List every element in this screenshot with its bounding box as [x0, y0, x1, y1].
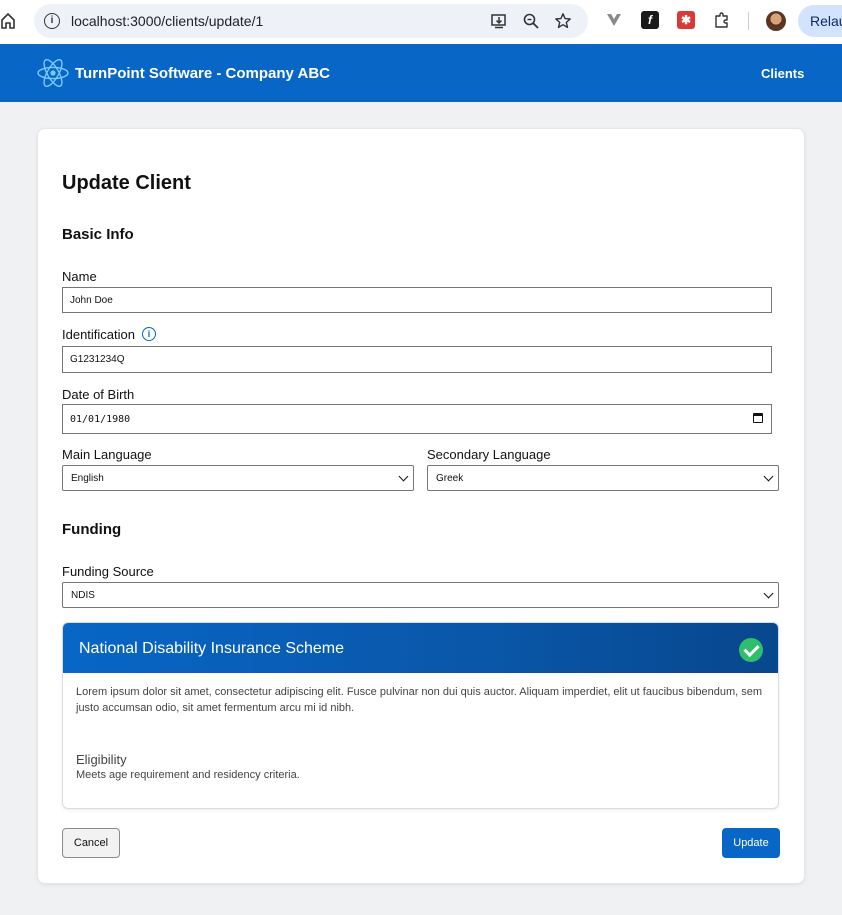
dob-label: Date of Birth: [62, 387, 135, 402]
chevron-down-icon: [398, 471, 409, 482]
zoom-icon[interactable]: [522, 12, 540, 30]
browser-toolbar: i localhost:3000/clients/update/1 f ✱ Re…: [0, 0, 842, 44]
eligibility-heading: Eligibility: [76, 752, 127, 767]
basic-info-heading: Basic Info: [62, 226, 134, 243]
secondary-language-select[interactable]: Greek: [427, 465, 779, 491]
identification-input[interactable]: G1231234Q: [62, 346, 772, 373]
main-language-select[interactable]: English: [62, 465, 414, 491]
update-button[interactable]: Update: [722, 828, 780, 858]
name-label: Name: [62, 269, 97, 284]
update-client-card: Update Client Basic Info Name John Doe I…: [37, 128, 805, 884]
calendar-icon[interactable]: [753, 413, 763, 423]
funding-scheme-header: National Disability Insurance Scheme: [63, 623, 778, 673]
check-circle-icon: [739, 638, 763, 662]
dob-input[interactable]: 01/01/1980: [62, 404, 772, 434]
secondary-language-value: Greek: [436, 472, 464, 484]
main-language-label: Main Language: [62, 447, 152, 462]
react-logo: [37, 59, 69, 87]
funding-scheme-title: National Disability Insurance Scheme: [79, 640, 345, 657]
star-icon[interactable]: [554, 12, 572, 30]
funding-source-value: NDIS: [71, 589, 95, 601]
address-bar[interactable]: i localhost:3000/clients/update/1: [34, 4, 588, 38]
funding-source-select[interactable]: NDIS: [62, 582, 779, 608]
name-value: John Doe: [70, 294, 113, 306]
dob-value: 01/01/1980: [70, 413, 131, 425]
eligibility-text: Meets age requirement and residency crit…: [76, 769, 300, 781]
funding-scheme-panel: National Disability Insurance Scheme Lor…: [62, 622, 779, 809]
relaunch-button[interactable]: Relau: [798, 5, 842, 37]
main-language-value: English: [71, 472, 104, 484]
page-title: Update Client: [62, 172, 191, 194]
site-info-icon[interactable]: i: [44, 13, 60, 29]
nav-clients-link[interactable]: Clients: [761, 66, 804, 81]
install-icon[interactable]: [490, 12, 508, 30]
redux-extension-icon[interactable]: ✱: [677, 11, 695, 29]
identification-label: Identification: [62, 327, 135, 342]
toolbar-divider: [748, 12, 749, 30]
cancel-button[interactable]: Cancel: [62, 828, 120, 858]
url-text[interactable]: localhost:3000/clients/update/1: [71, 13, 263, 29]
chevron-down-icon: [763, 471, 774, 482]
profile-avatar[interactable]: [766, 11, 786, 31]
home-icon[interactable]: [0, 12, 16, 30]
formula-extension-icon[interactable]: f: [641, 11, 659, 29]
puzzle-icon[interactable]: [713, 11, 731, 29]
vue-extension-icon[interactable]: [605, 11, 623, 29]
name-input[interactable]: John Doe: [62, 287, 772, 313]
chevron-down-icon: [763, 588, 774, 599]
secondary-language-label: Secondary Language: [427, 447, 551, 462]
funding-heading: Funding: [62, 521, 122, 538]
funding-source-label: Funding Source: [62, 564, 154, 579]
app-title: TurnPoint Software - Company ABC: [75, 65, 330, 82]
info-tooltip-icon[interactable]: i: [142, 327, 156, 341]
identification-value: G1231234Q: [70, 354, 125, 365]
app-header: TurnPoint Software - Company ABC Clients: [0, 44, 842, 102]
funding-scheme-description: Lorem ipsum dolor sit amet, consectetur …: [76, 686, 763, 714]
